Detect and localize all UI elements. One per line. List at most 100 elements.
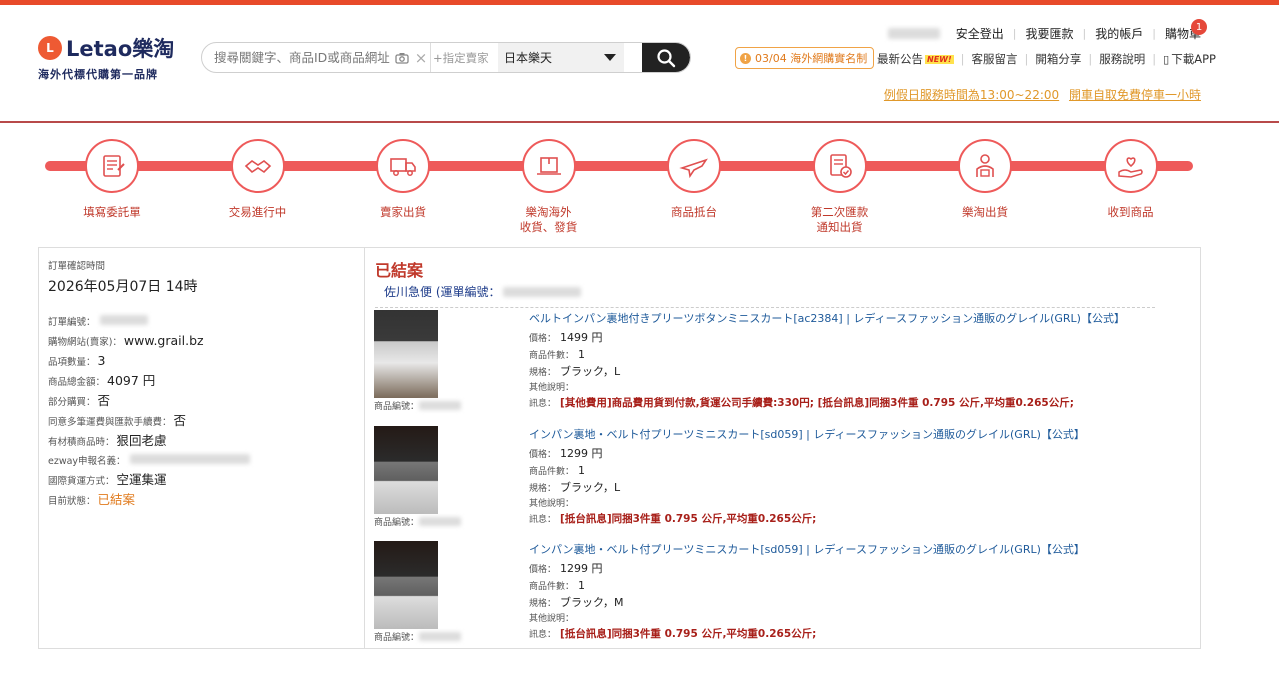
step-3: 賣家出貨: [343, 139, 463, 220]
spec-value: ブラック，M: [560, 596, 624, 609]
news-link[interactable]: 最新公告: [877, 51, 923, 67]
product-title-link[interactable]: インパン裏地・ベルト付プリーツミニスカート[sd059] | レディースファッシ…: [529, 541, 1085, 557]
step-2: 交易進行中: [198, 139, 318, 220]
spec-label: 規格：: [529, 599, 557, 609]
order-field-value: 否: [97, 393, 111, 408]
courier-icon: [976, 154, 994, 177]
message-row: 訊息： [抵台訊息]同捆3件重 0.795 公斤,平均重0.265公斤;: [529, 512, 1085, 528]
order-field: 商品總金額： 4097 円: [48, 374, 355, 389]
order-field-label: ezway申報名義：: [48, 456, 126, 467]
unboxing-link[interactable]: 開箱分享: [1035, 51, 1081, 67]
product-code-redacted: [419, 632, 462, 641]
account-link[interactable]: 我的帳戶: [1095, 25, 1143, 42]
other-label: 其他說明：: [529, 499, 575, 509]
username-redacted: [887, 28, 940, 39]
logo-text: Letao樂淘: [66, 37, 175, 61]
order-field: ezway申報名義：: [48, 454, 355, 468]
spec-label: 規格：: [529, 368, 557, 378]
promo-links: 例假日服務時間為13:00~22:00 開車自取免費停車一小時: [878, 86, 1201, 103]
spec-row: 規格： ブラック，L: [529, 480, 1085, 497]
product-thumbnail[interactable]: [374, 541, 438, 629]
message-label: 訊息：: [529, 399, 557, 409]
message-label: 訊息：: [529, 515, 557, 525]
new-badge: NEW!: [925, 54, 954, 64]
spec-row: 規格： ブラック，M: [529, 595, 1085, 612]
qty-value: 1: [578, 579, 586, 592]
clear-icon[interactable]: ×: [412, 49, 430, 67]
carrier-info: 佐川急便 (運單編號：: [375, 283, 1155, 308]
heart-hand-icon: [1117, 157, 1143, 178]
logout-link[interactable]: 安全登出: [956, 25, 1004, 42]
step-label: 賣家出貨: [380, 205, 426, 219]
order-item: 商品編號： ベルトインパン裏地付きプリーツボタンミニスカート[ac2384] | …: [374, 310, 1154, 420]
order-field-value: www.grail.bz: [123, 333, 204, 348]
camera-icon[interactable]: [392, 52, 412, 64]
qty-row: 商品件數： 1: [529, 578, 1085, 595]
product-code: 商品編號：: [374, 630, 462, 643]
order-field: 部分購買：否: [48, 394, 355, 409]
qty-value: 1: [578, 464, 586, 477]
search-button[interactable]: [642, 43, 690, 72]
order-panel: 訂單確認時間 2026年05月07日 14時 訂單編號： 購物網站(賣家)： www…: [38, 247, 1201, 649]
qty-row: 商品件數： 1: [529, 463, 1085, 480]
header: L Letao樂淘 海外代標代購第一品牌 × +指定賣家 日本樂天 安全登出| …: [0, 5, 1279, 123]
step-circle: [667, 139, 721, 193]
redacted-value: [99, 315, 148, 325]
notice-banner[interactable]: ! 03/04 海外網購實名制: [735, 47, 875, 69]
price-value: 1299 円: [560, 562, 603, 575]
truck-icon: [390, 158, 416, 176]
step-5: 商品抵台: [634, 139, 754, 220]
order-field: 目前狀態： 已結案: [48, 493, 355, 508]
product-thumbnail[interactable]: [374, 426, 438, 514]
order-field-label: 訂單編號：: [48, 317, 96, 328]
progress-steps: 填寫委託單 交易進行中 賣家出貨 樂淘海外 收貨、發貨 商品抵台 第二次匯款 通知出貨 樂淘…: [0, 123, 1279, 243]
support-link[interactable]: 客服留言: [972, 51, 1018, 67]
site-select[interactable]: 日本樂天: [498, 43, 624, 72]
product-code-label: 商品編號：: [374, 402, 420, 412]
step-label: 樂淘出貨: [962, 205, 1008, 219]
product-title-link[interactable]: インパン裏地・ベルト付プリーツミニスカート[sd059] | レディースファッシ…: [529, 426, 1085, 442]
spec-label: 規格：: [529, 484, 557, 494]
step-circle: [85, 139, 139, 193]
message-row: 訊息： [其他費用]商品費用貨到付款,貨運公司手續費:330円; [抵台訊息]同捆…: [529, 396, 1125, 412]
message-value: [抵台訊息]同捆3件重 0.795 公斤,平均重0.265公斤;: [560, 628, 817, 640]
seller-field[interactable]: +指定賣家: [430, 43, 498, 72]
airplane-icon: [679, 158, 708, 179]
download-app-link[interactable]: 下載APP: [1171, 51, 1216, 67]
order-field-label: 有材積商品時：: [48, 437, 115, 448]
step-label: 商品抵台: [671, 205, 717, 219]
service-info-link[interactable]: 服務說明: [1099, 51, 1145, 67]
step-7: 樂淘出貨: [925, 139, 1045, 220]
item-info: インパン裏地・ベルト付プリーツミニスカート[sd059] | レディースファッシ…: [529, 426, 1085, 528]
message-row: 訊息： [抵台訊息]同捆3件重 0.795 公斤,平均重0.265公斤;: [529, 627, 1085, 643]
price-label: 價格：: [529, 565, 557, 575]
message-value: [抵台訊息]同捆3件重 0.795 公斤,平均重0.265公斤;: [560, 513, 817, 525]
other-label: 其他說明：: [529, 614, 575, 624]
order-field: 有材積商品時： 狠回老慮: [48, 434, 355, 449]
redacted-value: [129, 454, 250, 464]
logo[interactable]: L Letao樂淘 海外代標代購第一品牌: [38, 33, 188, 82]
message-value: [其他費用]商品費用貨到付款,貨運公司手續費:330円; [抵台訊息]同捆3件重…: [560, 397, 1074, 409]
price-row: 價格： 1299 円: [529, 561, 1085, 578]
product-thumbnail[interactable]: [374, 310, 438, 398]
search-input[interactable]: [202, 43, 392, 72]
remit-link[interactable]: 我要匯款: [1026, 25, 1074, 42]
cart-count-badge: 1: [1191, 19, 1207, 35]
step-circle: [521, 139, 576, 193]
other-label: 其他說明：: [529, 383, 575, 393]
order-field-label: 商品總金額：: [48, 377, 106, 388]
spec-row: 規格： ブラック，L: [529, 364, 1125, 381]
other-row: 其他說明：: [529, 497, 1085, 512]
order-field-value: 狠回老慮: [116, 433, 167, 448]
promo-parking-link[interactable]: 開車自取免費停車一小時: [1069, 88, 1201, 102]
product-title-link[interactable]: ベルトインパン裏地付きプリーツボタンミニスカート[ac2384] | レディース…: [529, 310, 1125, 326]
step-circle: [812, 139, 867, 193]
promo-hours-link[interactable]: 例假日服務時間為13:00~22:00: [884, 88, 1059, 102]
confirm-time-label: 訂單確認時間: [48, 261, 106, 272]
order-field-value: 否: [173, 413, 187, 428]
sub-links: 最新公告 NEW! | 客服留言 | 開箱分享 | 服務說明 | ▯ 下載APP: [877, 51, 1216, 67]
order-field-value: 3: [97, 353, 106, 368]
price-label: 價格：: [529, 450, 557, 460]
product-code-label: 商品編號：: [374, 633, 420, 643]
phone-icon: ▯: [1163, 52, 1170, 66]
